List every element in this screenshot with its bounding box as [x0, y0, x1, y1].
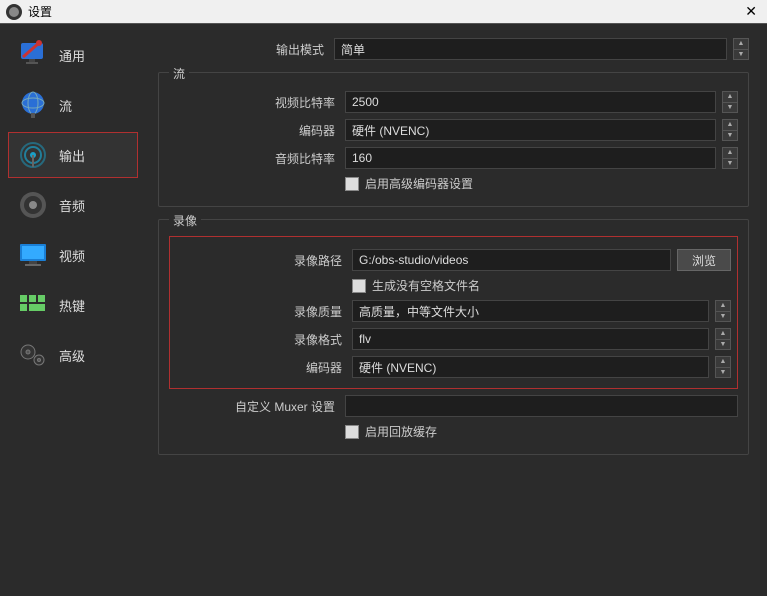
output-mode-value: 简单 — [341, 41, 365, 58]
advanced-encoder-label: 启用高级编码器设置 — [365, 175, 473, 192]
recording-format-spinner[interactable]: ▲▼ — [715, 328, 731, 350]
replay-checkbox[interactable] — [345, 425, 359, 439]
video-bitrate-input[interactable] — [345, 91, 716, 113]
sidebar-item-label: 音频 — [59, 196, 85, 215]
stream-encoder-select[interactable]: 硬件 (NVENC) — [345, 119, 716, 141]
recording-fieldset: 录像 录像路径 浏览 生成没有空格文件名 录像质量 高质量，中等文件大小 ▲ — [158, 219, 749, 455]
titlebar: 设置 ✕ — [0, 0, 767, 24]
recording-format-value: flv — [359, 332, 371, 346]
replay-row: 启用回放缓存 — [345, 423, 738, 440]
audio-bitrate-value: 160 — [352, 151, 372, 165]
sidebar-item-hotkeys[interactable]: 热键 — [8, 282, 138, 328]
recording-encoder-select[interactable]: 硬件 (NVENC) — [352, 356, 709, 378]
recording-quality-value: 高质量，中等文件大小 — [359, 303, 479, 320]
monitor-wrench-icon — [17, 39, 49, 71]
audio-bitrate-label: 音频比特率 — [169, 150, 339, 167]
sidebar-item-advanced[interactable]: 高级 — [8, 332, 138, 378]
video-bitrate-spinner[interactable]: ▲▼ — [722, 91, 738, 113]
sidebar-item-label: 输出 — [59, 146, 85, 165]
audio-bitrate-spinner[interactable]: ▲▼ — [722, 147, 738, 169]
muxer-label: 自定义 Muxer 设置 — [169, 398, 339, 415]
recording-legend: 录像 — [169, 212, 201, 229]
stream-encoder-value: 硬件 (NVENC) — [352, 122, 429, 139]
sidebar-item-label: 热键 — [59, 296, 85, 315]
sidebar-item-audio[interactable]: 音频 — [8, 182, 138, 228]
stream-legend: 流 — [169, 65, 189, 82]
stream-encoder-spinner[interactable]: ▲▼ — [722, 119, 738, 141]
muxer-input[interactable] — [345, 395, 738, 417]
recording-encoder-label: 编码器 — [176, 359, 346, 376]
recording-highlight: 录像路径 浏览 生成没有空格文件名 录像质量 高质量，中等文件大小 ▲▼ — [169, 236, 738, 389]
stream-fieldset: 流 视频比特率 ▲▼ 编码器 硬件 (NVENC) ▲▼ 音频比特率 160 ▲… — [158, 72, 749, 207]
recording-encoder-spinner[interactable]: ▲▼ — [715, 356, 731, 378]
recording-quality-select[interactable]: 高质量，中等文件大小 — [352, 300, 709, 322]
close-icon[interactable]: ✕ — [741, 3, 761, 20]
main: 通用 流 输出 音频 视频 — [0, 24, 767, 596]
content-panel: 输出模式 简单 ▲▼ 流 视频比特率 ▲▼ 编码器 硬件 (NVENC) ▲▼ — [138, 32, 759, 588]
sidebar-item-label: 视频 — [59, 246, 85, 265]
recording-format-label: 录像格式 — [176, 331, 346, 348]
sidebar-item-label: 通用 — [59, 46, 85, 65]
speaker-icon — [17, 189, 49, 221]
output-mode-spinner[interactable]: ▲▼ — [733, 38, 749, 60]
recording-format-select[interactable]: flv — [352, 328, 709, 350]
no-space-label: 生成没有空格文件名 — [372, 277, 480, 294]
sidebar: 通用 流 输出 音频 视频 — [8, 32, 138, 588]
advanced-encoder-row: 启用高级编码器设置 — [345, 175, 738, 192]
monitor-icon — [17, 239, 49, 271]
audio-bitrate-select[interactable]: 160 — [345, 147, 716, 169]
window-title: 设置 — [28, 3, 741, 20]
keyboard-icon — [17, 289, 49, 321]
sidebar-item-general[interactable]: 通用 — [8, 32, 138, 78]
globe-icon — [17, 89, 49, 121]
output-mode-select[interactable]: 简单 — [334, 38, 727, 60]
output-mode-label: 输出模式 — [158, 41, 328, 58]
advanced-encoder-checkbox[interactable] — [345, 177, 359, 191]
sidebar-item-stream[interactable]: 流 — [8, 82, 138, 128]
sidebar-item-label: 高级 — [59, 346, 85, 365]
sidebar-item-video[interactable]: 视频 — [8, 232, 138, 278]
app-icon — [6, 4, 22, 20]
replay-label: 启用回放缓存 — [365, 423, 437, 440]
sidebar-item-output[interactable]: 输出 — [8, 132, 138, 178]
no-space-row: 生成没有空格文件名 — [352, 277, 731, 294]
no-space-checkbox[interactable] — [352, 279, 366, 293]
browse-button[interactable]: 浏览 — [677, 249, 731, 271]
sidebar-item-label: 流 — [59, 96, 72, 115]
output-mode-row: 输出模式 简单 ▲▼ — [158, 38, 749, 60]
recording-quality-label: 录像质量 — [176, 303, 346, 320]
gears-icon — [17, 339, 49, 371]
stream-encoder-label: 编码器 — [169, 122, 339, 139]
recording-quality-spinner[interactable]: ▲▼ — [715, 300, 731, 322]
broadcast-icon — [17, 139, 49, 171]
recording-encoder-value: 硬件 (NVENC) — [359, 359, 436, 376]
recording-path-label: 录像路径 — [176, 252, 346, 269]
video-bitrate-label: 视频比特率 — [169, 94, 339, 111]
recording-path-input[interactable] — [352, 249, 671, 271]
